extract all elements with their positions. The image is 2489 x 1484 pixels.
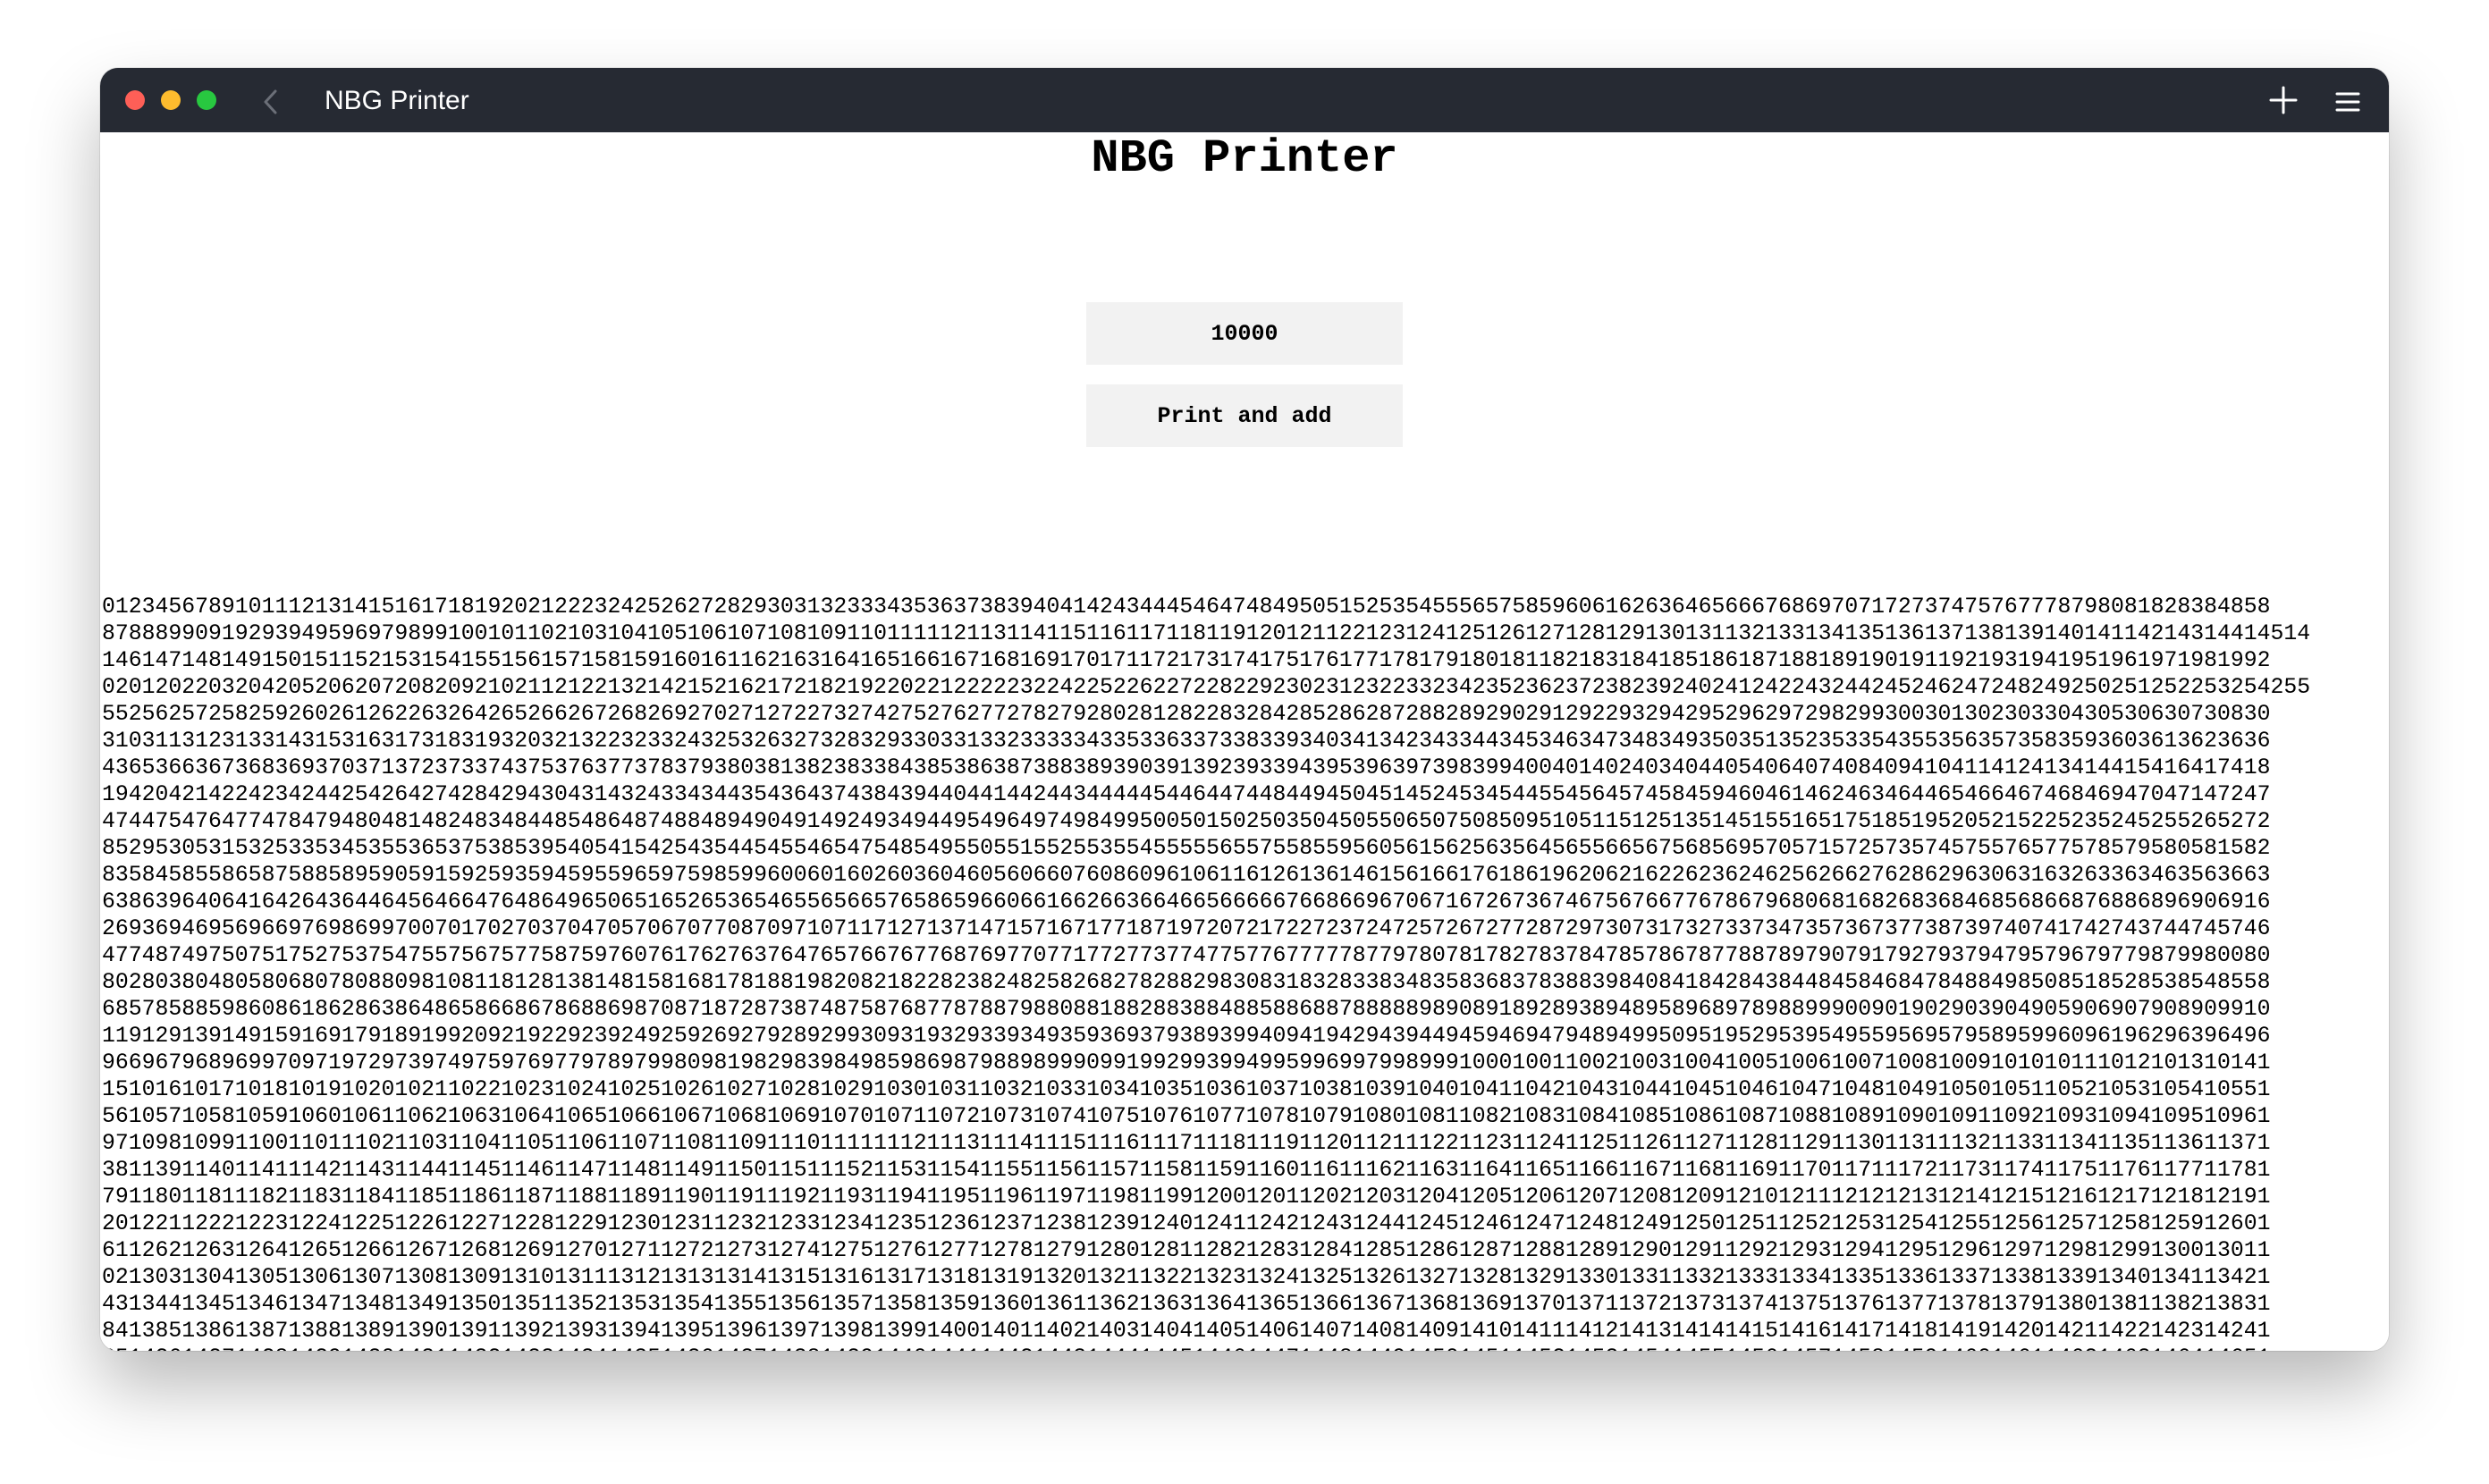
print-and-add-button[interactable]: Print and add — [1086, 384, 1403, 447]
output-line: 3811391140114111421143114411451146114711… — [102, 1158, 2271, 1183]
hamburger-menu-icon — [2335, 92, 2360, 112]
output-line: 9710981099110011011102110311041105110611… — [102, 1131, 2271, 1156]
output-line: 8028038048058068078088098108118128138148… — [102, 970, 2271, 995]
output-line: 8529530531532533534535536537538539540541… — [102, 836, 2271, 861]
plus-icon — [2269, 86, 2298, 114]
output-line: 5525625725825926026126226326426526626726… — [102, 702, 2271, 727]
output-line: 1191291391491591691791891992092192292392… — [102, 1024, 2271, 1049]
output-line: 6386396406416426436446456466476486496506… — [102, 890, 2271, 915]
output-line: 4774874975075175275375475575675775875976… — [102, 943, 2271, 968]
output-line: 2012211222122312241225122612271228122912… — [102, 1211, 2271, 1236]
app-window: NBG Printer NBG Printer Print and add 01… — [100, 68, 2389, 1351]
output-line: 9669679689699709719729739749759769779789… — [102, 1050, 2271, 1075]
output-line: 3103113123133143153163173183193203213223… — [102, 729, 2271, 754]
output-line: 4744754764774784794804814824834844854864… — [102, 809, 2271, 834]
output-line: 0213031304130513061307130813091310131113… — [102, 1265, 2271, 1290]
menu-button[interactable] — [2332, 86, 2364, 118]
chevron-left-icon — [264, 89, 277, 114]
output-line: 1510161017101810191020102110221023102410… — [102, 1077, 2271, 1102]
output-line: 6857858859860861862863864865866867868869… — [102, 997, 2271, 1022]
page-title: NBG Printer — [1091, 132, 1398, 185]
output-line: 7911801181118211831184118511861187118811… — [102, 1185, 2271, 1210]
output-line: 0201202203204205206207208209210211212213… — [102, 675, 2311, 700]
close-window-button[interactable] — [125, 90, 145, 110]
output-line: 6112621263126412651266126712681269127012… — [102, 1238, 2271, 1263]
zoom-window-button[interactable] — [197, 90, 216, 110]
output-line: 2693694695696697698699700701702703704705… — [102, 916, 2271, 941]
output-line: 4313441345134613471348134913501351135213… — [102, 1292, 2271, 1317]
output-line: 4365366367368369370371372373374375376377… — [102, 755, 2271, 780]
new-button[interactable] — [2267, 84, 2299, 116]
minimize-window-button[interactable] — [161, 90, 181, 110]
output-line: 0123456789101112131415161718192021222324… — [102, 594, 2271, 620]
window-title: NBG Printer — [325, 86, 469, 115]
page-content: NBG Printer Print and add 01234567891011… — [100, 132, 2389, 1351]
printed-output: 0123456789101112131415161718192021222324… — [102, 594, 2387, 1351]
output-line: 5610571058105910601061106210631064106510… — [102, 1104, 2271, 1129]
back-button[interactable] — [254, 84, 290, 120]
output-line: 8413851386138713881389139013911392139313… — [102, 1319, 2271, 1344]
title-bar: NBG Printer — [100, 68, 2389, 132]
number-input[interactable] — [1086, 302, 1403, 365]
output-line: 8788899091929394959697989910010110210310… — [102, 621, 2311, 646]
output-line: 1461471481491501511521531541551561571581… — [102, 648, 2271, 673]
output-line: 8358458558658758858959059159259359459559… — [102, 863, 2271, 888]
output-line: 1942042142242342442542642742842943043143… — [102, 782, 2271, 807]
output-line: 2514261427142814291430143114321433143414… — [102, 1345, 2387, 1351]
